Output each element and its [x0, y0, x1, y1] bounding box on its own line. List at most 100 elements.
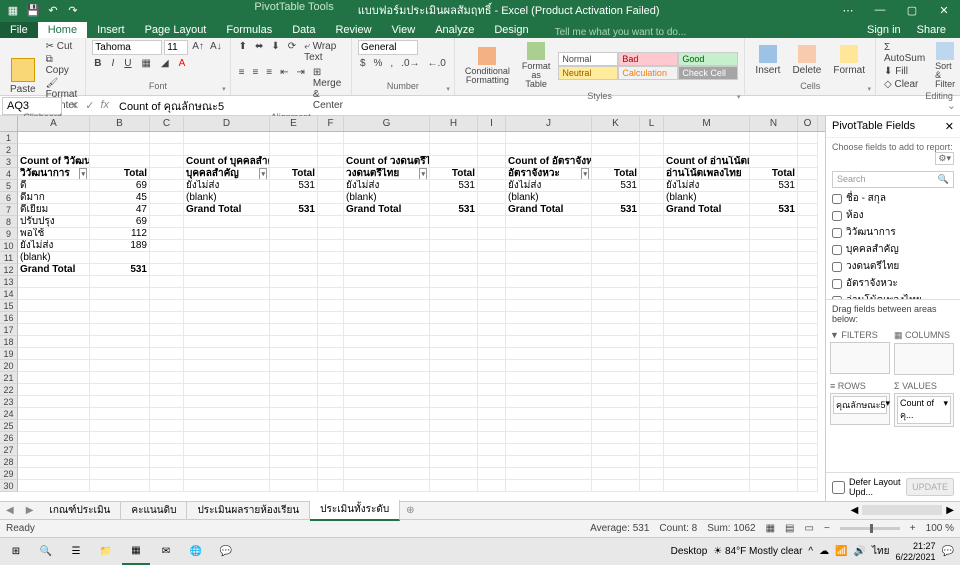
view-page-break-icon[interactable]: ▭ — [805, 523, 814, 534]
style-normal[interactable]: Normal — [558, 52, 618, 66]
cell[interactable] — [430, 156, 478, 168]
cell[interactable] — [184, 420, 270, 432]
cell[interactable] — [798, 132, 818, 144]
cell[interactable] — [184, 324, 270, 336]
align-top-icon[interactable]: ⬆ — [237, 40, 249, 64]
cell[interactable]: ยังไม่ส่ง — [184, 180, 270, 192]
cell[interactable] — [318, 240, 344, 252]
cell[interactable] — [430, 468, 478, 480]
cell[interactable] — [90, 480, 150, 492]
tab-design[interactable]: Design — [484, 22, 538, 38]
cell[interactable] — [318, 432, 344, 444]
cell[interactable]: Total — [270, 168, 318, 180]
style-check-cell[interactable]: Check Cell — [678, 66, 738, 80]
cell[interactable] — [592, 360, 640, 372]
cell[interactable] — [90, 396, 150, 408]
cell[interactable] — [90, 408, 150, 420]
cell[interactable] — [664, 480, 750, 492]
cell[interactable] — [318, 372, 344, 384]
row-header[interactable]: 19 — [0, 348, 18, 360]
zoom-in-icon[interactable]: + — [910, 523, 916, 534]
pivot-field-item[interactable]: วิวัฒนาการ — [826, 224, 960, 241]
row-header[interactable]: 8 — [0, 216, 18, 228]
cell[interactable] — [270, 276, 318, 288]
cell[interactable] — [506, 456, 592, 468]
cell[interactable] — [430, 456, 478, 468]
cell[interactable] — [344, 324, 430, 336]
cell[interactable] — [478, 264, 506, 276]
cell[interactable] — [318, 360, 344, 372]
sheet-tab-1[interactable]: เกณฑ์ประเมิน — [39, 501, 121, 520]
cell[interactable] — [90, 276, 150, 288]
row-header[interactable]: 18 — [0, 336, 18, 348]
field-checkbox[interactable] — [832, 228, 842, 238]
font-name-select[interactable] — [92, 40, 162, 55]
cell[interactable] — [270, 192, 318, 204]
view-normal-icon[interactable]: ▦ — [766, 523, 775, 534]
col-header-D[interactable]: D — [184, 116, 270, 131]
cell[interactable] — [798, 468, 818, 480]
col-header-A[interactable]: A — [18, 116, 90, 131]
cell[interactable]: 531 — [270, 180, 318, 192]
cell[interactable] — [506, 132, 592, 144]
cell[interactable] — [18, 132, 90, 144]
cell[interactable]: (blank) — [664, 192, 750, 204]
cell[interactable]: 189 — [90, 240, 150, 252]
cell[interactable] — [750, 336, 798, 348]
volume-icon[interactable]: 🔊 — [854, 546, 866, 557]
cell[interactable] — [318, 180, 344, 192]
cell[interactable] — [798, 408, 818, 420]
row-header[interactable]: 23 — [0, 396, 18, 408]
cell[interactable] — [798, 192, 818, 204]
cell[interactable] — [90, 456, 150, 468]
cell[interactable] — [592, 324, 640, 336]
cell[interactable] — [90, 324, 150, 336]
cell[interactable] — [640, 480, 664, 492]
cell[interactable] — [592, 312, 640, 324]
cell[interactable] — [798, 360, 818, 372]
cell[interactable] — [150, 396, 184, 408]
percent-icon[interactable]: % — [372, 57, 385, 70]
cell[interactable] — [592, 348, 640, 360]
cell[interactable] — [506, 324, 592, 336]
insert-cells-button[interactable]: Insert — [751, 43, 784, 78]
col-header-J[interactable]: J — [506, 116, 592, 131]
cell[interactable] — [344, 132, 430, 144]
cell[interactable] — [150, 360, 184, 372]
clear-button[interactable]: ◇ Clear — [882, 78, 927, 91]
row-header[interactable]: 1 — [0, 132, 18, 144]
cell[interactable]: Total — [90, 168, 150, 180]
cell[interactable] — [150, 288, 184, 300]
select-all-corner[interactable] — [0, 116, 18, 131]
cell[interactable] — [318, 228, 344, 240]
cell[interactable] — [640, 168, 664, 180]
tab-page-layout[interactable]: Page Layout — [135, 22, 217, 38]
cell[interactable]: (blank) — [506, 192, 592, 204]
row-header[interactable]: 7 — [0, 204, 18, 216]
language-indicator[interactable]: ไทย — [872, 544, 889, 559]
cell[interactable] — [592, 228, 640, 240]
cell[interactable] — [90, 156, 150, 168]
cell[interactable] — [318, 312, 344, 324]
cell[interactable] — [270, 360, 318, 372]
pivot-field-item[interactable]: อ่านโน้ตเพลงไทย — [826, 292, 960, 300]
cell[interactable] — [318, 420, 344, 432]
cell[interactable] — [506, 240, 592, 252]
cell[interactable] — [18, 288, 90, 300]
cell[interactable] — [478, 444, 506, 456]
cell[interactable] — [344, 336, 430, 348]
cell[interactable] — [344, 348, 430, 360]
field-checkbox[interactable] — [832, 211, 842, 221]
cell[interactable] — [184, 240, 270, 252]
cell[interactable] — [90, 468, 150, 480]
rows-field-item[interactable]: คุณลักษณะ5▾ — [833, 396, 887, 414]
cell[interactable] — [750, 372, 798, 384]
col-header-E[interactable]: E — [270, 116, 318, 131]
cell[interactable] — [270, 240, 318, 252]
cell[interactable] — [640, 432, 664, 444]
cell[interactable] — [344, 432, 430, 444]
cell[interactable]: ยังไม่ส่ง — [506, 180, 592, 192]
cell[interactable] — [798, 216, 818, 228]
cell[interactable]: 531 — [750, 204, 798, 216]
columns-drop-area[interactable] — [894, 343, 954, 375]
